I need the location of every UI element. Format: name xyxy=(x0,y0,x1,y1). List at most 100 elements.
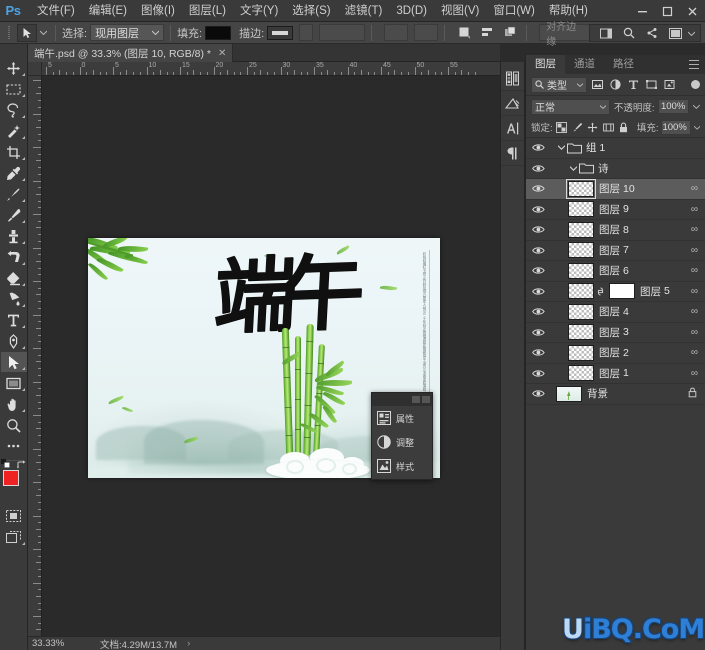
marquee-tool[interactable] xyxy=(1,79,27,99)
stroke-color-swatch[interactable] xyxy=(267,26,293,40)
type-tool[interactable] xyxy=(1,310,27,330)
lasso-tool[interactable] xyxy=(1,100,27,120)
layer-thumbnail[interactable] xyxy=(568,324,594,340)
height-field[interactable] xyxy=(414,24,438,41)
floating-panel[interactable]: 属性 调整 样式 xyxy=(371,392,433,480)
smart-object-filter-icon[interactable] xyxy=(662,77,677,93)
background-layer-thumbnail[interactable] xyxy=(556,386,582,402)
lock-position-icon[interactable] xyxy=(587,120,599,135)
mask-link-icon[interactable] xyxy=(595,287,605,296)
select-mode-dropdown[interactable]: 现用图层 xyxy=(90,24,164,41)
layer-filter-toggle[interactable] xyxy=(691,80,700,89)
menu-view[interactable]: 视图(V) xyxy=(434,0,486,22)
layer-visibility-toggle[interactable] xyxy=(526,138,550,158)
fill-value[interactable]: 100% xyxy=(661,120,690,135)
screen-mode-icon[interactable] xyxy=(665,24,685,42)
floating-panel-header[interactable] xyxy=(372,393,432,406)
collapse-icon[interactable] xyxy=(412,396,420,403)
layer-thumbnail[interactable] xyxy=(568,201,594,217)
opacity-chevron-down-icon[interactable] xyxy=(693,104,700,109)
menu-image[interactable]: 图像(I) xyxy=(134,0,182,22)
minimize-button[interactable] xyxy=(630,0,655,22)
history-brush-tool[interactable] xyxy=(1,247,27,267)
tab-paths[interactable]: 路径 xyxy=(604,55,643,74)
layer-row[interactable]: 图层 5 ∞ xyxy=(526,282,705,303)
tab-channels[interactable]: 通道 xyxy=(565,55,604,74)
paint-bucket-tool[interactable] xyxy=(1,289,27,309)
layer-link-icon[interactable]: ∞ xyxy=(691,224,698,235)
menu-type[interactable]: 文字(Y) xyxy=(233,0,285,22)
layer-visibility-toggle[interactable] xyxy=(526,281,550,301)
floating-panel-styles[interactable]: 样式 xyxy=(372,454,432,478)
color-swatches-icon[interactable] xyxy=(501,66,524,91)
fill-color-swatch[interactable] xyxy=(205,26,231,40)
canvas-area[interactable]: 端午 xyxy=(42,76,500,636)
eraser-tool[interactable] xyxy=(1,268,27,288)
layer-link-icon[interactable]: ∞ xyxy=(691,286,698,297)
opacity-value[interactable]: 100% xyxy=(658,99,689,114)
share-icon[interactable] xyxy=(642,24,662,42)
adjustment-filter-icon[interactable] xyxy=(608,77,623,93)
floating-panel-adjustments[interactable]: 调整 xyxy=(372,430,432,454)
layer-link-icon[interactable]: ∞ xyxy=(691,347,698,358)
tool-preset-chevron-down-icon[interactable] xyxy=(37,24,49,42)
status-chevron-icon[interactable]: › xyxy=(187,638,190,649)
adjustments-dock-icon[interactable] xyxy=(501,91,524,116)
layer-visibility-toggle[interactable] xyxy=(526,220,550,240)
width-field[interactable] xyxy=(384,24,408,41)
lock-nesting-icon[interactable] xyxy=(602,120,614,135)
active-tool-icon[interactable] xyxy=(17,24,37,42)
search-icon[interactable] xyxy=(619,24,639,42)
type-filter-icon[interactable] xyxy=(626,77,641,93)
zoom-tool[interactable] xyxy=(1,415,27,435)
path-alignment-icon[interactable] xyxy=(477,24,497,42)
character-panel-icon[interactable] xyxy=(501,116,524,141)
ruler-corner[interactable] xyxy=(28,62,42,76)
layer-visibility-toggle[interactable] xyxy=(526,302,550,322)
layer-thumbnail[interactable] xyxy=(568,242,594,258)
tab-layers[interactable]: 图层 xyxy=(526,55,565,74)
lock-transparency-icon[interactable] xyxy=(556,120,568,135)
vertical-ruler[interactable] xyxy=(28,76,42,636)
layer-thumbnail[interactable] xyxy=(568,365,594,381)
group-expand-chevron-icon[interactable] xyxy=(568,166,578,171)
layer-row[interactable]: 图层 3 ∞ xyxy=(526,323,705,344)
layer-row[interactable]: 图层 4 ∞ xyxy=(526,302,705,323)
layer-row[interactable]: 图层 1 ∞ xyxy=(526,364,705,385)
panel-menu-icon[interactable] xyxy=(689,59,701,70)
stroke-style-dropdown[interactable] xyxy=(319,24,365,41)
layer-row[interactable]: 图层 10 ∞ xyxy=(526,179,705,200)
layer-row[interactable]: 图层 2 ∞ xyxy=(526,343,705,364)
menu-3d[interactable]: 3D(D) xyxy=(389,0,434,22)
layer-link-icon[interactable]: ∞ xyxy=(691,306,698,317)
layer-visibility-toggle[interactable] xyxy=(526,384,550,404)
menu-select[interactable]: 选择(S) xyxy=(285,0,337,22)
menu-filter[interactable]: 滤镜(T) xyxy=(338,0,390,22)
path-selection-tool[interactable] xyxy=(1,352,27,372)
document-tab[interactable]: 端午.psd @ 33.3% (图层 10, RGB/8) * ✕ xyxy=(28,44,233,62)
rectangle-tool[interactable] xyxy=(1,373,27,393)
workspace-icon[interactable] xyxy=(596,24,616,42)
layer-thumbnail[interactable] xyxy=(568,263,594,279)
quick-selection-tool[interactable] xyxy=(1,121,27,141)
layer-visibility-toggle[interactable] xyxy=(526,179,550,199)
shape-filter-icon[interactable] xyxy=(644,77,659,93)
layer-link-icon[interactable]: ∞ xyxy=(691,204,698,215)
layer-visibility-toggle[interactable] xyxy=(526,343,550,363)
foreground-color-swatch[interactable] xyxy=(3,470,19,486)
quick-mask-button[interactable] xyxy=(1,506,27,526)
clone-stamp-tool[interactable] xyxy=(1,226,27,246)
crop-tool[interactable] xyxy=(1,142,27,162)
stroke-width-field[interactable] xyxy=(299,24,313,41)
panel-menu-icon[interactable] xyxy=(422,396,430,403)
menu-layer[interactable]: 图层(L) xyxy=(182,0,233,22)
layer-thumbnail[interactable] xyxy=(568,181,594,197)
zoom-level[interactable]: 33.33% xyxy=(28,638,84,649)
edit-toolbar-tool[interactable] xyxy=(1,436,27,456)
brush-tool[interactable] xyxy=(1,205,27,225)
menu-window[interactable]: 窗口(W) xyxy=(486,0,542,22)
layer-row[interactable]: 图层 7 ∞ xyxy=(526,241,705,262)
layer-link-icon[interactable]: ∞ xyxy=(691,245,698,256)
lock-image-icon[interactable] xyxy=(571,120,583,135)
maximize-button[interactable] xyxy=(655,0,680,22)
